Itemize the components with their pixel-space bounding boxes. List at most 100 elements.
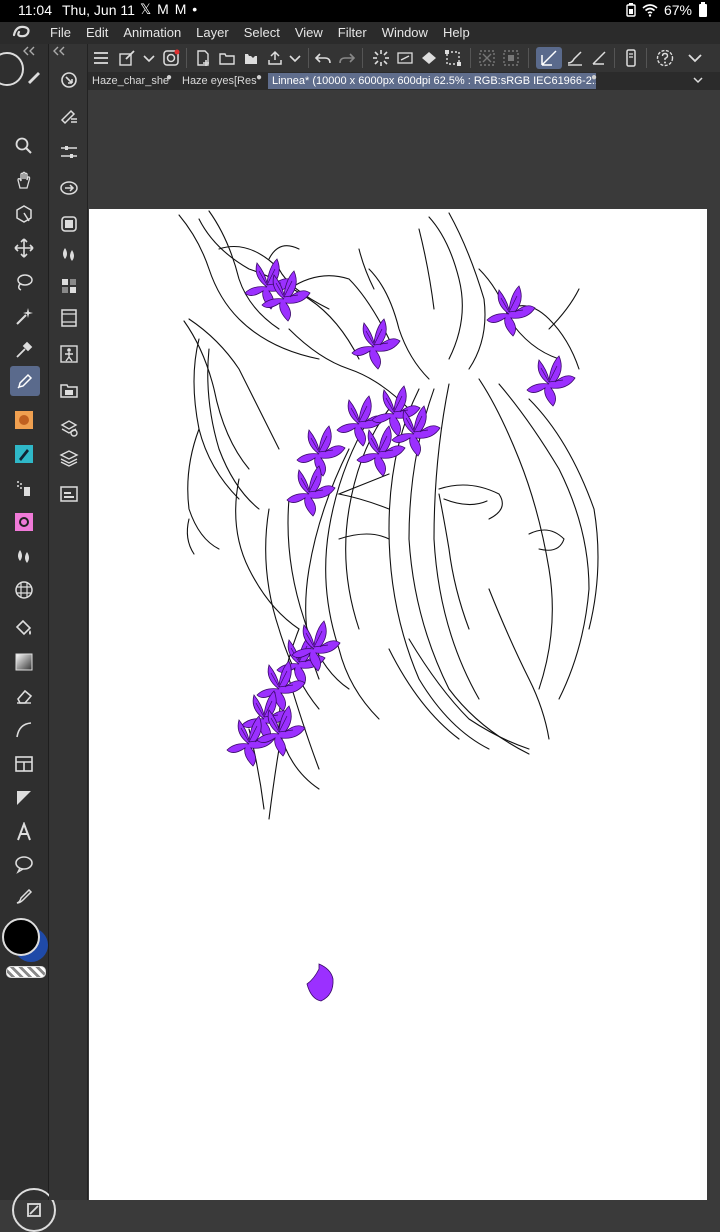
menu-view[interactable]: View [295, 25, 323, 40]
pencil-icon[interactable] [10, 366, 40, 396]
menu-layer[interactable]: Layer [196, 25, 229, 40]
status-time: 11:04 [18, 2, 52, 18]
transparent-color-swatch[interactable] [6, 966, 46, 978]
color-set-icon[interactable] [57, 212, 81, 236]
help-icon[interactable] [654, 47, 676, 69]
tab-linnea[interactable]: Linnea* (10000 x 6000px 600dpi 62.5% : R… [268, 73, 596, 89]
pen-tool-icon[interactable] [22, 64, 46, 88]
redo-icon[interactable] [336, 47, 358, 69]
undo-icon[interactable] [312, 47, 334, 69]
grid-icon[interactable] [12, 578, 36, 602]
new-file-icon[interactable] [192, 47, 214, 69]
fill-selection-icon[interactable] [418, 47, 440, 69]
chevron-down-icon[interactable] [138, 47, 160, 69]
hand-icon[interactable] [12, 168, 36, 192]
falling-petal [306, 963, 334, 1002]
mode-toggle-button[interactable] [0, 52, 24, 86]
balloon-icon[interactable] [12, 852, 36, 876]
status-bar: 11:04 Thu, Jun 11 𝕏 M M • 67% [0, 0, 720, 22]
toolbar-separator [646, 48, 647, 68]
open-file-icon[interactable] [216, 47, 238, 69]
save-icon[interactable] [240, 47, 262, 69]
snap-special-ruler-icon[interactable] [564, 47, 586, 69]
palette-bar [49, 44, 88, 1200]
sub-tool-1-icon[interactable] [12, 408, 36, 432]
correct-line-icon[interactable] [12, 884, 36, 908]
layer-search-icon[interactable] [57, 482, 81, 506]
app-logo-icon[interactable] [10, 23, 34, 43]
main-color-swatch[interactable] [2, 918, 40, 956]
toolbar-separator [614, 48, 615, 68]
zoom-icon[interactable] [12, 134, 36, 158]
snap-ruler-icon[interactable] [536, 47, 562, 69]
menu-filter[interactable]: Filter [338, 25, 367, 40]
collapse-left-icon[interactable] [22, 46, 36, 56]
tool-palette [0, 44, 56, 1232]
layer-property-icon[interactable] [57, 416, 81, 440]
battery-saver-icon [626, 3, 636, 17]
eraser-icon[interactable] [12, 684, 36, 708]
color-slider-icon[interactable] [57, 242, 81, 266]
toolbar-separator [470, 48, 471, 68]
clear-icon[interactable] [394, 47, 416, 69]
layer-icon[interactable] [57, 446, 81, 470]
eyedropper-icon[interactable] [12, 338, 36, 362]
menu-file[interactable]: File [50, 25, 71, 40]
export-icon[interactable] [264, 47, 286, 69]
tabs-chevron-down-icon[interactable] [692, 75, 704, 85]
tab-haze-eyes[interactable]: Haze eyes[Res [178, 73, 260, 89]
text-icon[interactable] [12, 820, 36, 844]
lasso-icon[interactable] [12, 270, 36, 294]
3d-pose-icon[interactable] [57, 342, 81, 366]
fill-icon[interactable] [12, 616, 36, 640]
loading-icon[interactable] [370, 47, 392, 69]
airbrush-icon[interactable] [12, 476, 36, 500]
snap-grid-icon[interactable] [588, 47, 610, 69]
menu-window[interactable]: Window [382, 25, 428, 40]
transform-icon[interactable] [442, 47, 464, 69]
color-wheel-icon[interactable] [57, 176, 81, 200]
companion-mode-icon[interactable] [620, 47, 642, 69]
tab-modified-dot: ● [166, 72, 173, 83]
menu-select[interactable]: Select [244, 25, 280, 40]
sub-tool-2-icon[interactable] [12, 442, 36, 466]
ruler-icon[interactable] [12, 786, 36, 810]
material-icon[interactable] [57, 378, 81, 402]
battery-icon [699, 2, 707, 17]
object-icon[interactable] [12, 202, 36, 226]
menu-animation[interactable]: Animation [123, 25, 181, 40]
menu-hamburger-icon[interactable] [90, 47, 112, 69]
animation-timeline-icon[interactable] [57, 306, 81, 330]
sub-tool-detail-icon[interactable] [57, 140, 81, 164]
tab-haze-char-sheet[interactable]: Haze_char_she [88, 73, 170, 89]
invert-selection-icon[interactable] [500, 47, 522, 69]
magic-wand-icon[interactable] [12, 304, 36, 328]
menu-edit[interactable]: Edit [86, 25, 108, 40]
menu-help[interactable]: Help [443, 25, 470, 40]
wifi-icon [642, 4, 658, 17]
notification-icons: 𝕏 M M • [140, 1, 199, 17]
color-history-icon[interactable] [57, 274, 81, 298]
main-menu: File Edit Animation Layer Select View Fi… [50, 25, 485, 40]
sub-tool-3-icon[interactable] [12, 510, 36, 534]
toolbar-separator [528, 48, 529, 68]
cloud-sync-icon[interactable] [160, 47, 182, 69]
status-date: Thu, Jun 11 [62, 2, 135, 18]
navigator-icon[interactable] [57, 68, 81, 92]
tool-property-icon[interactable] [57, 104, 81, 128]
deselect-icon[interactable] [476, 47, 498, 69]
curve-icon[interactable] [12, 718, 36, 742]
edit-mode-icon[interactable] [116, 47, 138, 69]
toolbar-expand-chevron-icon[interactable] [684, 47, 706, 69]
document-tabs: Haze_char_she ● Haze eyes[Res ● Linnea* … [88, 72, 720, 90]
drawing-canvas[interactable] [89, 209, 707, 1200]
blend-icon[interactable] [12, 544, 36, 568]
move-icon[interactable] [12, 236, 36, 260]
export-chevron-icon[interactable] [284, 47, 306, 69]
frame-icon[interactable] [12, 752, 36, 776]
gradient-icon[interactable] [12, 650, 36, 674]
status-right: 67% [626, 2, 708, 18]
toolbar-separator [362, 48, 363, 68]
collapse-palette-icon[interactable] [52, 46, 66, 56]
battery-percent: 67% [663, 2, 692, 18]
